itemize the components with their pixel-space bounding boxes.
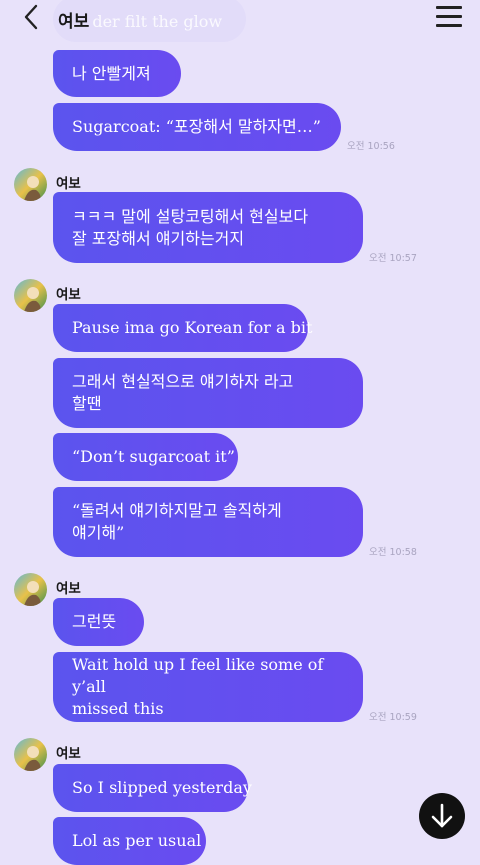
message-text: 나 안빨게져 (72, 63, 151, 83)
arrow-down-icon (431, 803, 453, 828)
message-bubble[interactable]: “Don’t sugarcoat it” (53, 433, 238, 481)
avatar[interactable] (14, 573, 47, 606)
message-timestamp: 오전 10:58 (369, 547, 417, 558)
message-bubble[interactable]: “돌려서 얘기하지말고 솔직하게 얘기해” (53, 487, 363, 557)
message-line: “돌려서 얘기하지말고 솔직하게 (72, 501, 282, 520)
scroll-to-bottom-button[interactable] (419, 793, 465, 839)
message-bubble[interactable]: Wait hold up I feel like some of y’all m… (53, 652, 363, 722)
message-line: Wait hold up I feel like some of y’all (72, 655, 324, 696)
message-bubble[interactable]: Sugarcoat: “포장해서 말하자면…” (53, 103, 341, 151)
avatar[interactable] (14, 738, 47, 771)
message-line: 그래서 현실적으로 얘기하자 라고 (72, 372, 294, 391)
sender-name: 여보 (56, 176, 81, 192)
message-text: Wait hold up I feel like some of y’all m… (72, 654, 344, 720)
message-timestamp: 오전 10:56 (347, 141, 395, 152)
message-text: “돌려서 얘기하지말고 솔직하게 얘기해” (72, 500, 282, 544)
message-line: 할땐 (72, 394, 102, 413)
message-text: 그런뜻 (72, 612, 117, 631)
sender-name: 여보 (56, 581, 81, 597)
message-line: missed this (72, 699, 164, 718)
chat-header: 여보 (0, 0, 480, 36)
message-text: Lol as per usual (72, 831, 202, 850)
message-timestamp: 오전 10:57 (369, 253, 417, 264)
avatar[interactable] (14, 168, 47, 201)
message-line: 얘기해” (72, 523, 125, 542)
message-bubble[interactable]: Lol as per usual (53, 817, 206, 865)
message-bubble[interactable]: 그래서 현실적으로 얘기하자 라고 할땐 (53, 358, 363, 428)
message-text: 그래서 현실적으로 얘기하자 라고 할땐 (72, 371, 293, 415)
sender-name: 여보 (56, 287, 81, 303)
message-text: So I slipped yesterday (72, 778, 252, 797)
message-text: “Don’t sugarcoat it” (72, 447, 235, 466)
message-timestamp: 오전 10:59 (369, 712, 417, 723)
message-line: ㅋㅋㅋ 말에 설탕코팅해서 현실보다 (72, 206, 309, 226)
chat-title: 여보 (58, 12, 90, 32)
message-bubble[interactable]: So I slipped yesterday (53, 764, 252, 812)
message-bubble[interactable]: ㅋㅋㅋ 말에 설탕코팅해서 현실보다 잘 포장해서 얘기하는거지 (53, 192, 363, 263)
message-line: 잘 포장해서 얘기하는거지 (72, 228, 245, 248)
avatar[interactable] (14, 279, 47, 312)
message-text: Sugarcoat: “포장해서 말하자면…” (72, 117, 321, 136)
message-bubble[interactable]: Pause ima go Korean for a bit (53, 304, 312, 352)
back-arrow-icon[interactable] (22, 4, 42, 30)
message-text: ㅋㅋㅋ 말에 설탕코팅해서 현실보다 잘 포장해서 얘기하는거지 (72, 206, 308, 250)
menu-icon[interactable] (436, 6, 462, 28)
sender-name: 여보 (56, 746, 81, 762)
message-text: Pause ima go Korean for a bit (72, 318, 313, 337)
message-bubble[interactable]: 그런뜻 (53, 598, 144, 646)
message-bubble[interactable]: 나 안빨게져 (53, 50, 181, 97)
